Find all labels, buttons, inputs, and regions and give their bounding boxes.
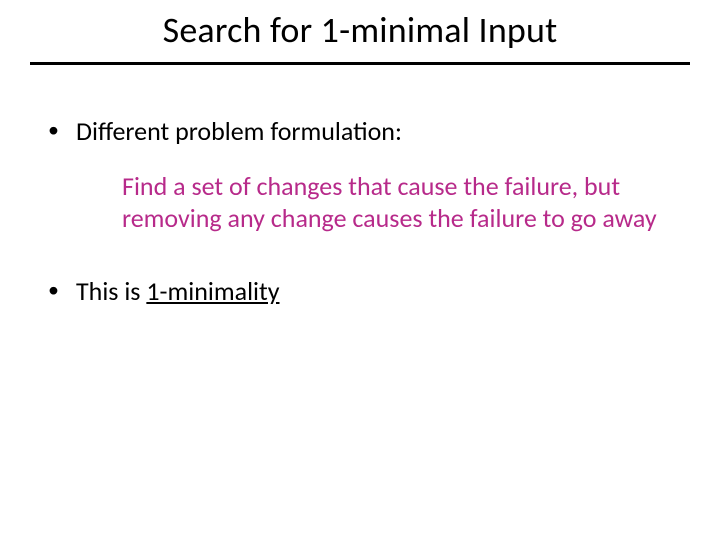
bullet-2-term: 1-minimality <box>146 275 279 307</box>
bullet-list: Different problem formulation: Find a se… <box>40 115 680 307</box>
title-block: Search for 1-minimal Input <box>0 0 720 65</box>
bullet-1: Different problem formulation: Find a se… <box>40 115 680 235</box>
bullet-2-prefix: This is <box>76 275 146 307</box>
bullet-1-text: Different problem formulation: <box>76 115 402 147</box>
slide-title: Search for 1-minimal Input <box>0 8 720 58</box>
slide-body: Different problem formulation: Find a se… <box>0 65 720 307</box>
bullet-1-sub: Find a set of changes that cause the fai… <box>122 170 680 235</box>
bullet-2: This is 1-minimality <box>40 275 680 308</box>
slide: Search for 1-minimal Input Different pro… <box>0 0 720 540</box>
